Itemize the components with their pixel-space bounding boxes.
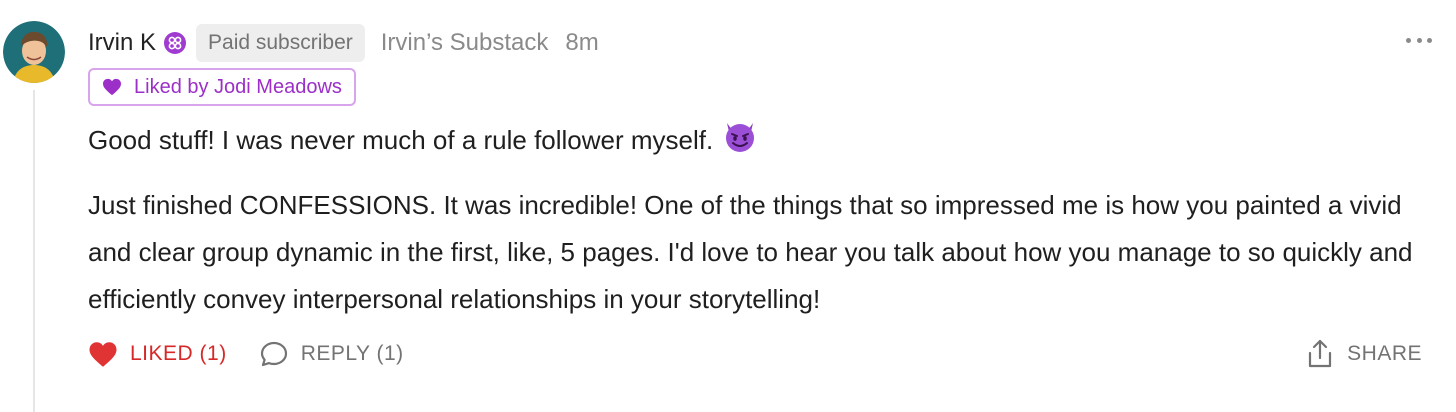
- comment-header: Irvin K Paid subscriber Irvin’s Substack…: [88, 22, 599, 64]
- more-options-icon[interactable]: [1406, 34, 1432, 46]
- comment-paragraph: Good stuff! I was never much of a rule f…: [88, 116, 1433, 170]
- comment-bubble-icon: [260, 341, 287, 367]
- reply-button[interactable]: REPLY (1): [259, 339, 404, 369]
- liked-by-badge: Liked by Jodi Meadows: [88, 68, 356, 106]
- paid-subscriber-badge: Paid subscriber: [196, 24, 365, 62]
- like-label: LIKED (1): [130, 342, 227, 365]
- author-name[interactable]: Irvin K: [88, 29, 156, 57]
- avatar[interactable]: [3, 21, 65, 83]
- heart-icon: [89, 341, 117, 367]
- subscriber-icon: [164, 32, 187, 54]
- thread-line: [33, 90, 35, 412]
- share-label: SHARE: [1347, 342, 1422, 365]
- comment-text-2: Just finished CONFESSIONS. It was incred…: [88, 190, 1413, 314]
- reply-label: REPLY (1): [300, 342, 404, 365]
- like-button[interactable]: LIKED (1): [88, 341, 227, 368]
- avatar-image: [3, 21, 65, 83]
- comment-text-1: Good stuff! I was never much of a rule f…: [88, 125, 714, 155]
- share-icon: [1309, 339, 1332, 368]
- publication-link[interactable]: Irvin’s Substack: [381, 29, 549, 57]
- comment-body: Good stuff! I was never much of a rule f…: [88, 116, 1433, 323]
- heart-icon: [103, 78, 121, 96]
- liked-by-label: Liked by Jodi Meadows: [134, 75, 342, 98]
- comment-timestamp[interactable]: 8m: [565, 29, 598, 57]
- comment-actions: LIKED (1) REPLY (1) SHARE: [88, 336, 1422, 372]
- share-button[interactable]: SHARE: [1307, 339, 1422, 369]
- smiling-imp-icon: [721, 117, 759, 170]
